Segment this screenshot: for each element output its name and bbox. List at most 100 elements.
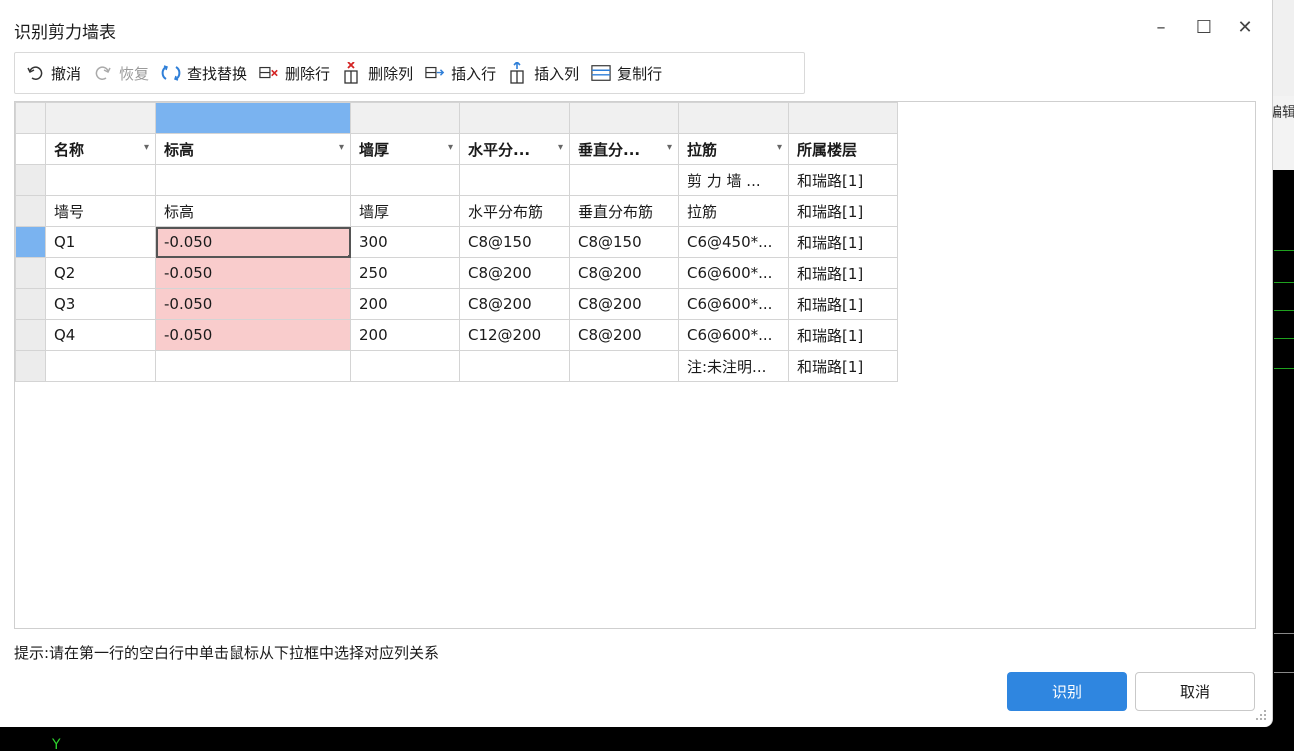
table-cell[interactable]	[350, 350, 460, 382]
table-cell[interactable]: C8@200	[569, 257, 679, 289]
cad-line	[1274, 310, 1294, 311]
table-cell[interactable]: 200	[350, 288, 460, 320]
table-row: 剪 力 墙 ... 和瑞路[1]	[15, 164, 898, 196]
column-header[interactable]	[459, 102, 570, 134]
row-header[interactable]	[15, 195, 46, 227]
find-replace-button[interactable]: 查找替换	[161, 59, 247, 87]
row-header[interactable]	[15, 133, 46, 165]
cancel-button[interactable]: 取消	[1135, 672, 1255, 711]
table-cell[interactable]: -0.050	[155, 257, 351, 289]
table-cell[interactable]: Q4	[45, 319, 156, 351]
table-cell[interactable]: C12@200	[459, 319, 570, 351]
redo-button[interactable]: 恢复	[93, 59, 149, 87]
table-cell[interactable]: C6@600*...	[678, 257, 789, 289]
table-cell-active[interactable]: -0.050	[155, 226, 351, 258]
column-mapping-dropdown[interactable]: 拉筋 ▾	[678, 133, 789, 165]
table-cell[interactable]: C8@150	[569, 226, 679, 258]
table-cell[interactable]: -0.050	[155, 319, 351, 351]
minimize-button[interactable]: –	[1146, 12, 1176, 42]
table-cell[interactable]: C8@200	[569, 319, 679, 351]
table-cell[interactable]: Q1	[45, 226, 156, 258]
table-cell[interactable]	[569, 164, 679, 196]
chevron-down-icon: ▾	[666, 142, 672, 153]
table-cell[interactable]: 和瑞路[1]	[788, 257, 898, 289]
corner-cell[interactable]	[15, 102, 46, 134]
table-cell[interactable]: 水平分布筋	[459, 195, 570, 227]
table-cell[interactable]: C6@600*...	[678, 319, 789, 351]
column-header-selected[interactable]	[155, 102, 351, 134]
column-mapping-dropdown[interactable]: 标高 ▾	[155, 133, 351, 165]
undo-button[interactable]: 撤消	[25, 59, 81, 87]
copy-row-button[interactable]: 复制行	[591, 59, 662, 87]
insert-column-label: 插入列	[534, 64, 580, 83]
table-cell[interactable]: 和瑞路[1]	[788, 350, 898, 382]
recognize-button[interactable]: 识别	[1007, 672, 1127, 711]
table-cell[interactable]: 垂直分布筋	[569, 195, 679, 227]
table-cell[interactable]: 和瑞路[1]	[788, 164, 898, 196]
table-cell[interactable]	[45, 164, 156, 196]
toolbar: 撤消 恢复 查找替换 删除行 删除列 插入行 插入列 复制行	[14, 52, 805, 94]
table-cell[interactable]: 墙号	[45, 195, 156, 227]
table-cell[interactable]: C8@200	[459, 257, 570, 289]
table-cell[interactable]	[459, 350, 570, 382]
row-header[interactable]	[15, 164, 46, 196]
insert-row-button[interactable]: 插入行	[425, 59, 496, 87]
table-cell[interactable]: 标高	[155, 195, 351, 227]
table-cell[interactable]: C6@450*...	[678, 226, 789, 258]
row-header[interactable]	[15, 257, 46, 289]
column-mapping-dropdown[interactable]: 垂直分... ▾	[569, 133, 679, 165]
table-cell[interactable]: 和瑞路[1]	[788, 195, 898, 227]
maximize-button[interactable]: ☐	[1189, 12, 1219, 42]
table-cell[interactable]	[45, 350, 156, 382]
row-header[interactable]	[15, 350, 46, 382]
delete-row-button[interactable]: 删除行	[259, 59, 330, 87]
hint-text: 提示:请在第一行的空白行中单击鼠标从下拉框中选择对应列关系	[14, 644, 440, 662]
close-button[interactable]: ✕	[1230, 12, 1260, 42]
table-cell[interactable]: 250	[350, 257, 460, 289]
table-cell[interactable]	[459, 164, 570, 196]
row-header[interactable]	[15, 319, 46, 351]
chevron-down-icon: ▾	[557, 142, 563, 153]
column-header[interactable]	[569, 102, 679, 134]
undo-label: 撤消	[51, 64, 82, 83]
table-cell[interactable]: C6@600*...	[678, 288, 789, 320]
table-cell[interactable]	[569, 350, 679, 382]
column-header[interactable]	[350, 102, 460, 134]
delete-column-button[interactable]: 删除列	[342, 59, 413, 87]
table-cell[interactable]: 200	[350, 319, 460, 351]
resize-grip-icon[interactable]	[1255, 709, 1269, 723]
table-cell[interactable]: 和瑞路[1]	[788, 226, 898, 258]
table-cell[interactable]: Q3	[45, 288, 156, 320]
column-header[interactable]	[678, 102, 789, 134]
table-cell[interactable]: 和瑞路[1]	[788, 288, 898, 320]
cad-line	[1274, 672, 1294, 673]
table-cell[interactable]: C8@200	[459, 288, 570, 320]
find-replace-icon	[161, 63, 181, 83]
row-header[interactable]	[15, 288, 46, 320]
redo-icon	[93, 63, 113, 83]
insert-column-button[interactable]: 插入列	[508, 59, 579, 87]
table-cell[interactable]: C8@150	[459, 226, 570, 258]
column-mapping-dropdown[interactable]: 水平分... ▾	[459, 133, 570, 165]
row-header-selected[interactable]	[15, 226, 46, 258]
table-cell[interactable]	[155, 164, 351, 196]
column-mapping-dropdown[interactable]: 墙厚 ▾	[350, 133, 460, 165]
table-cell[interactable]: 注:未注明...	[678, 350, 789, 382]
table-cell[interactable]	[155, 350, 351, 382]
table-cell[interactable]: C8@200	[569, 288, 679, 320]
table-cell[interactable]: 剪 力 墙 ...	[678, 164, 789, 196]
column-mapping-dropdown[interactable]: 所属楼层	[788, 133, 898, 165]
table-cell[interactable]: 300	[350, 226, 460, 258]
table-cell[interactable]: Q2	[45, 257, 156, 289]
table-cell[interactable]	[350, 164, 460, 196]
column-header[interactable]	[45, 102, 156, 134]
table-row: Q4 -0.050 200 C12@200 C8@200 C6@600*... …	[15, 319, 898, 351]
table-cell[interactable]: -0.050	[155, 288, 351, 320]
table-cell[interactable]: 和瑞路[1]	[788, 319, 898, 351]
chevron-down-icon: ▾	[447, 142, 453, 153]
cad-line	[1274, 250, 1294, 251]
table-cell[interactable]: 拉筋	[678, 195, 789, 227]
column-mapping-dropdown[interactable]: 名称 ▾	[45, 133, 156, 165]
table-cell[interactable]: 墙厚	[350, 195, 460, 227]
column-header[interactable]	[788, 102, 898, 134]
